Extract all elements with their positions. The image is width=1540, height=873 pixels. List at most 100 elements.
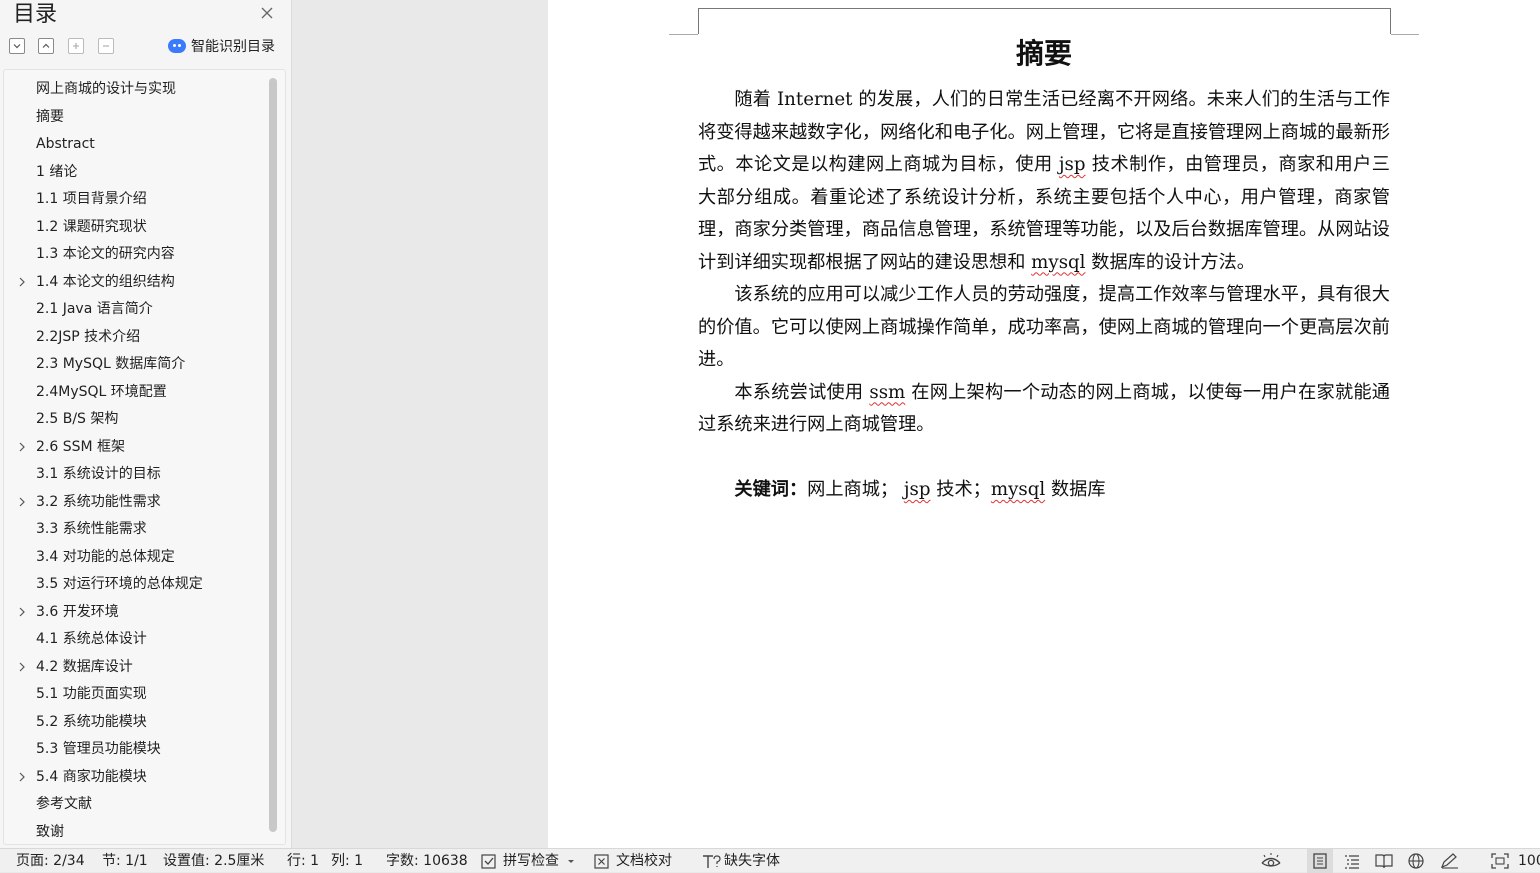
toc-item[interactable]: 5.2 系统功能模块 xyxy=(4,709,266,737)
section-indicator: 节: 1/1 xyxy=(102,853,148,869)
toc-item[interactable]: 3.6 开发环境 xyxy=(4,599,266,627)
toc-item-label: 3.6 开发环境 xyxy=(36,603,119,620)
chevron-right-icon[interactable] xyxy=(17,497,27,507)
toc-item[interactable]: 4.1 系统总体设计 xyxy=(4,626,266,654)
spelling-flag[interactable]: ssm xyxy=(869,382,905,403)
toc-item[interactable]: 3.3 系统性能需求 xyxy=(4,516,266,544)
toc-item-label: 1.4 本论文的组织结构 xyxy=(36,273,175,290)
toc-item[interactable]: 网上商城的设计与实现 xyxy=(4,76,266,104)
zoom-level[interactable]: 100 xyxy=(1518,852,1540,870)
toc-item-label: 3.4 对功能的总体规定 xyxy=(36,548,175,565)
keywords-label: 关键词： xyxy=(734,479,808,500)
toc-item-label: 1.1 项目背景介绍 xyxy=(36,191,147,207)
toc-item[interactable]: 3.1 系统设计的目标 xyxy=(4,461,266,489)
toc-item[interactable]: 4.2 数据库设计 xyxy=(4,654,266,682)
missing-font-button[interactable]: 缺失字体 xyxy=(724,852,780,870)
toc-title: 目录 xyxy=(13,2,58,27)
pen-annotate-icon[interactable] xyxy=(1438,852,1460,870)
toc-list-box: 网上商城的设计与实现摘要 Abstract 1 绪论 1.1 项目背景介绍 1.2 课题… xyxy=(3,69,286,845)
word-count[interactable]: 字数: 10638 xyxy=(386,852,468,870)
eye-protection-icon[interactable] xyxy=(1260,852,1282,870)
spell-check-button[interactable]: 拼写检查 xyxy=(503,852,559,870)
toc-item[interactable]: 1.2 课题研究现状 xyxy=(4,214,266,242)
document-proofread-button[interactable]: 文档校对 xyxy=(616,852,672,870)
minus-icon xyxy=(103,45,109,47)
document-page: 摘要 随着 Internet 的发展，人们的日常生活已经离不开网络。未来人们的生… xyxy=(548,0,1540,848)
toc-item-label: 2.2JSP 技术介绍 xyxy=(36,328,141,345)
close-icon[interactable] xyxy=(258,4,276,22)
smart-toc-button[interactable]: 智能识别目录 xyxy=(168,36,275,56)
smart-toc-label: 智能识别目录 xyxy=(191,39,275,55)
spell-check-icon[interactable] xyxy=(480,852,498,870)
toc-item[interactable]: 5.3 管理员功能模块 xyxy=(4,736,266,764)
toc-item[interactable]: 3.5 对运行环境的总体规定 xyxy=(4,571,266,599)
reading-mode-icon[interactable] xyxy=(1374,852,1394,870)
toc-item-label: 2.1 Java 语言简介 xyxy=(36,301,153,317)
crop-mark xyxy=(1391,34,1419,35)
missing-font-icon[interactable] xyxy=(700,852,722,870)
toc-item[interactable]: 5.4 商家功能模块 xyxy=(4,764,266,792)
dropdown-arrow-icon[interactable] xyxy=(566,852,576,870)
toc-item-label: 网上商城的设计与实现 xyxy=(36,81,176,97)
web-layout-icon[interactable] xyxy=(1406,852,1426,870)
toc-item[interactable]: Abstract xyxy=(4,131,266,159)
toc-item-label: 4.1 系统总体设计 xyxy=(36,631,147,647)
toc-item[interactable]: 2.5 B/S 架构 xyxy=(4,406,266,434)
chevron-right-icon[interactable] xyxy=(17,442,27,452)
toc-item[interactable]: 2.6 SSM 框架 xyxy=(4,434,266,462)
toc-item-label: 2.4MySQL 环境配置 xyxy=(36,383,167,400)
page-margin-line xyxy=(698,8,1391,9)
toc-item-label: 1.2 课题研究现状 xyxy=(36,218,147,235)
collapse-all-button[interactable] xyxy=(38,38,54,54)
chevron-right-icon[interactable] xyxy=(17,662,27,672)
outline-view-icon[interactable] xyxy=(1343,852,1361,870)
toc-item[interactable]: 3.2 系统功能性需求 xyxy=(4,489,266,517)
fit-page-icon[interactable] xyxy=(1490,852,1510,870)
toc-item[interactable]: 1.3 本论文的研究内容 xyxy=(4,241,266,269)
chevron-right-icon[interactable] xyxy=(17,607,27,617)
toc-item[interactable]: 1.4 本论文的组织结构 xyxy=(4,269,266,297)
crop-mark xyxy=(669,34,698,35)
toc-item[interactable]: 3.4 对功能的总体规定 xyxy=(4,544,266,572)
ai-assistant-icon xyxy=(168,39,186,53)
document-body[interactable]: 随着 Internet 的发展，人们的日常生活已经离不开网络。未来人们的生活与工… xyxy=(698,84,1390,507)
toc-item[interactable]: 摘要 xyxy=(4,104,266,132)
chevron-right-icon[interactable] xyxy=(17,772,27,782)
toc-item[interactable]: 参考文献 xyxy=(4,791,266,819)
spelling-flag[interactable]: mysql xyxy=(1031,252,1085,273)
toc-item[interactable]: 1.1 项目背景介绍 xyxy=(4,186,266,214)
toc-item[interactable]: 2.3 MySQL 数据库简介 xyxy=(4,351,266,379)
toc-item[interactable]: 5.1 功能页面实现 xyxy=(4,681,266,709)
status-bar: 页面: 2/34 节: 1/1 设置值: 2.5厘米 行: 1 列: 1 字数:… xyxy=(0,848,1540,873)
page-view-icon[interactable] xyxy=(1311,852,1329,870)
document-proofread-icon[interactable] xyxy=(593,852,611,870)
spelling-flag[interactable]: jsp xyxy=(1059,154,1086,175)
spelling-flag[interactable]: jsp xyxy=(904,479,931,500)
toc-item-label: 5.1 功能页面实现 xyxy=(36,686,147,702)
toc-item-label: 致谢 xyxy=(36,823,64,840)
toc-item[interactable]: 1 绪论 xyxy=(4,159,266,187)
toc-item[interactable]: 2.1 Java 语言简介 xyxy=(4,296,266,324)
chevron-right-icon[interactable] xyxy=(17,277,27,287)
toc-item[interactable]: 2.2JSP 技术介绍 xyxy=(4,324,266,352)
keywords-line: 关键词：网上商城； jsp 技术；mysql 数据库 xyxy=(734,479,1106,500)
toc-item-label: 3.3 系统性能需求 xyxy=(36,521,147,537)
toc-panel: 目录 智能识别目录 网上商城的设计与实现摘要 Abstract 1 绪论 1.1 项目… xyxy=(0,0,292,848)
expand-all-button[interactable] xyxy=(9,38,25,54)
toc-item-label: 1.3 本论文的研究内容 xyxy=(36,246,175,262)
setting-value: 设置值: 2.5厘米 xyxy=(163,853,265,869)
toc-item-label: 5.2 系统功能模块 xyxy=(36,713,147,730)
collapse-level-button[interactable] xyxy=(98,38,114,54)
toc-scrollbar[interactable] xyxy=(269,78,277,832)
page-indicator[interactable]: 页面: 2/34 xyxy=(16,852,85,870)
paragraph-3: 本系统尝试使用 ssm 在网上架构一个动态的网上商城，以使每一用户在家就能通过系… xyxy=(698,381,1390,436)
toc-item-label: 4.2 数据库设计 xyxy=(36,658,133,675)
toc-list: 网上商城的设计与实现摘要 Abstract 1 绪论 1.1 项目背景介绍 1.2 课题… xyxy=(4,76,266,846)
toc-item-label: Abstract xyxy=(36,136,95,152)
column-indicator: 列: 1 xyxy=(331,853,364,869)
spelling-flag[interactable]: mysql xyxy=(991,479,1045,500)
row-indicator: 行: 1 xyxy=(287,853,320,869)
toc-item[interactable]: 致谢 xyxy=(4,819,266,847)
toc-item[interactable]: 2.4MySQL 环境配置 xyxy=(4,379,266,407)
expand-level-button[interactable] xyxy=(68,38,84,54)
